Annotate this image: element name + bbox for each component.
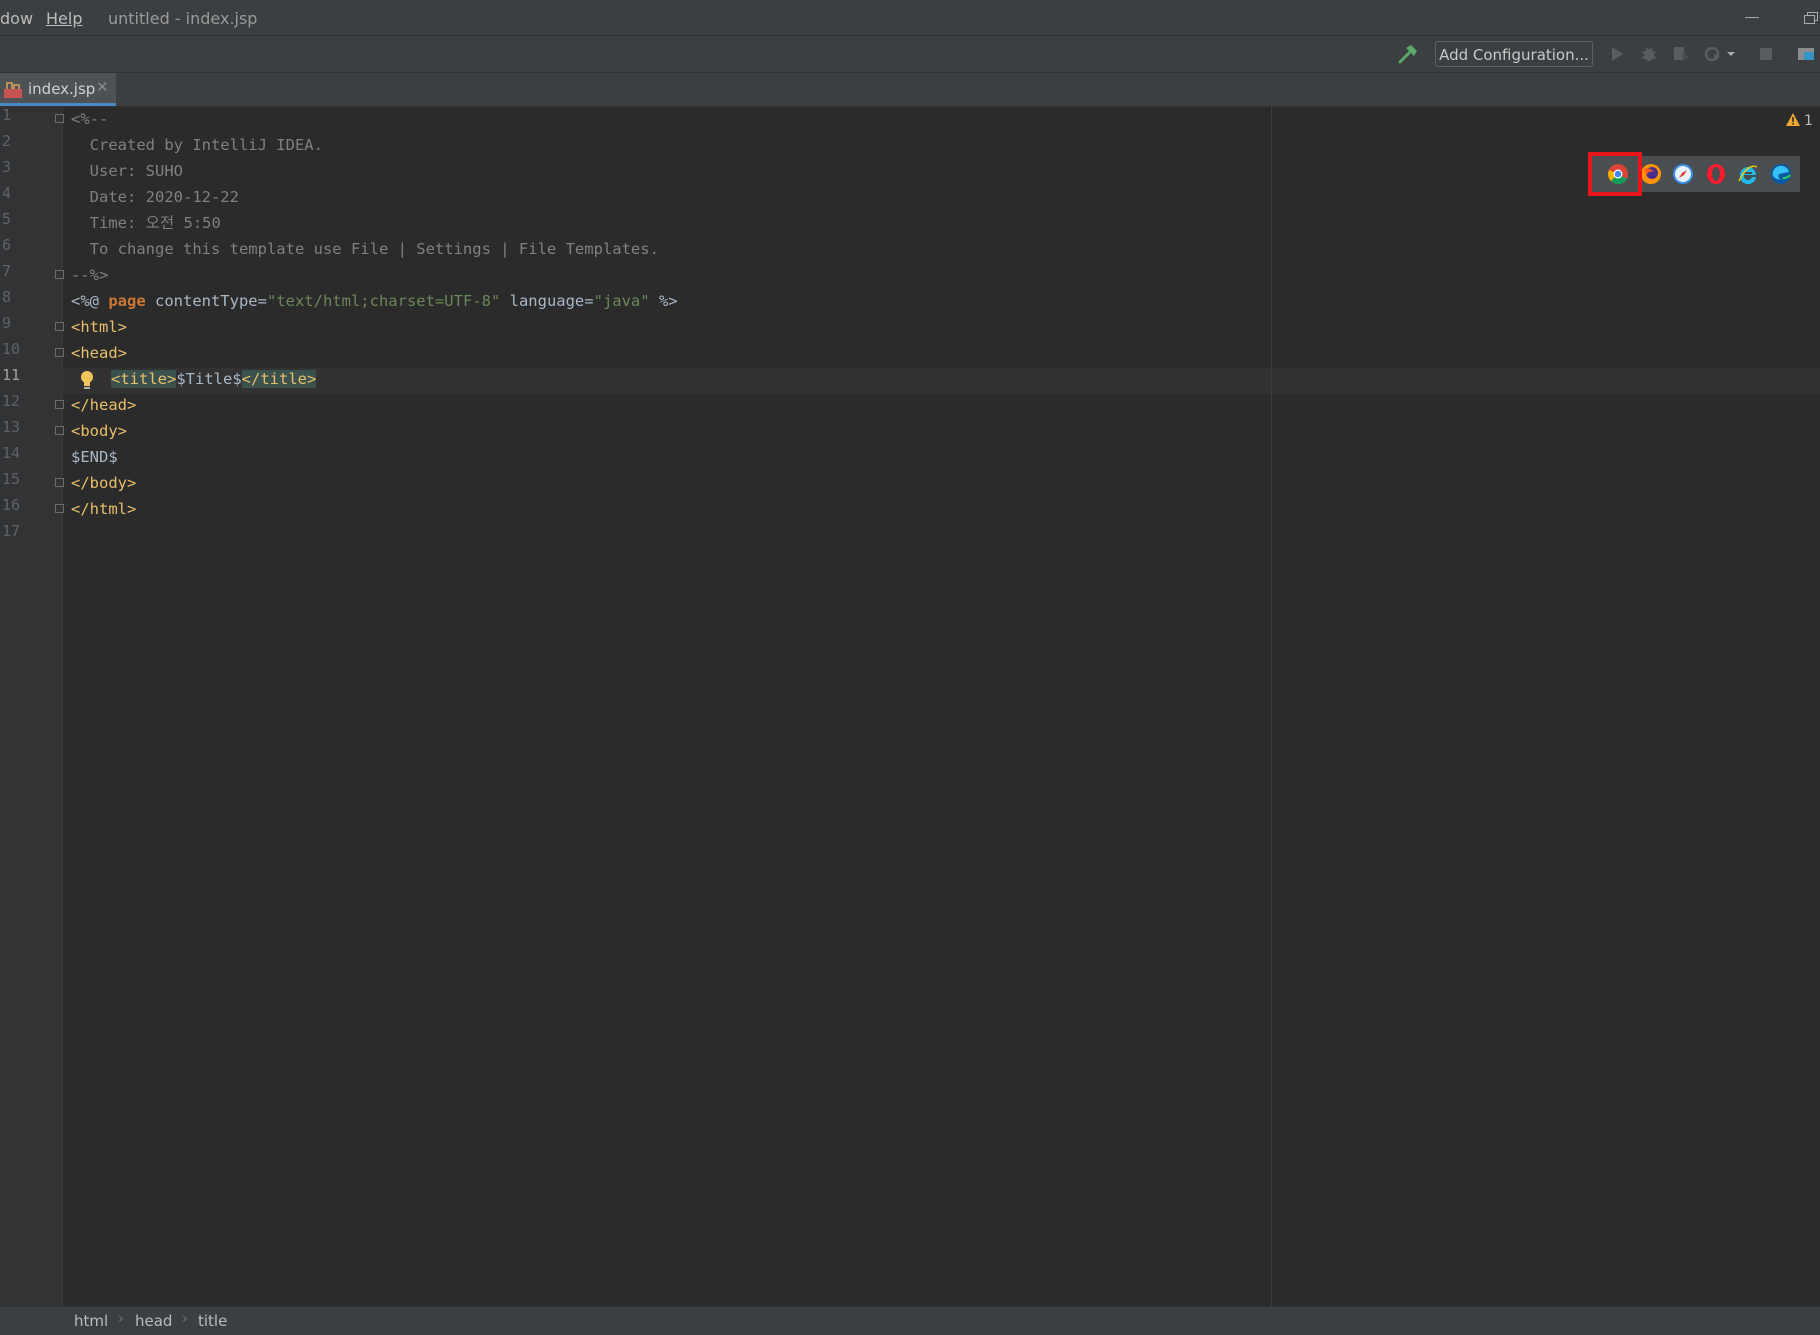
tab-index-jsp[interactable]: index.jsp ✕	[0, 73, 116, 106]
line-number: 8	[2, 288, 12, 306]
add-configuration-button[interactable]: Add Configuration...	[1435, 41, 1593, 67]
breadcrumb-item-html[interactable]: html	[74, 1312, 108, 1330]
line-number: 1	[2, 106, 12, 124]
breadcrumb: html › head › title	[0, 1306, 1820, 1335]
code-line: $END$	[71, 448, 118, 466]
chrome-highlight-box	[1588, 152, 1642, 196]
menu-help[interactable]: Help	[46, 9, 82, 28]
internet-explorer-icon[interactable]	[1737, 163, 1759, 185]
fold-marker[interactable]	[55, 270, 64, 279]
firefox-icon[interactable]	[1640, 163, 1662, 185]
coverage-icon[interactable]	[1671, 44, 1691, 64]
directive-value: "text/html;charset=UTF-8"	[266, 292, 501, 310]
line-number: 6	[2, 236, 12, 254]
opera-icon[interactable]	[1705, 163, 1727, 185]
current-line-highlight	[62, 368, 1820, 394]
close-icon[interactable]: ✕	[96, 78, 109, 96]
line-number: 12	[2, 392, 21, 410]
code-line: </html>	[71, 500, 137, 518]
title-close-tag: </title>	[241, 370, 317, 388]
chevron-right-icon: ›	[182, 1311, 188, 1327]
menu-help-label: Help	[46, 9, 83, 28]
title-text: $Title$	[176, 370, 242, 388]
directive-keyword: page	[108, 292, 146, 310]
warning-count[interactable]: 1	[1804, 113, 1813, 129]
code-line: Date: 2020-12-22	[71, 188, 239, 206]
directive-close: %>	[649, 292, 678, 310]
code-line: Created by IntelliJ IDEA.	[71, 136, 323, 154]
code-line: <html>	[71, 318, 127, 336]
code-line: <%--	[71, 110, 109, 128]
safari-icon[interactable]	[1672, 163, 1694, 185]
code-line: <body>	[71, 422, 127, 440]
right-margin-guide	[1271, 106, 1272, 1306]
code-line: Time: 오전 5:50	[71, 214, 221, 232]
debug-icon[interactable]	[1639, 44, 1659, 64]
breadcrumb-item-head[interactable]: head	[135, 1312, 172, 1330]
fold-marker[interactable]	[55, 400, 64, 409]
directive-attr: contentType=	[145, 292, 267, 310]
stop-icon[interactable]	[1756, 44, 1776, 64]
edge-icon[interactable]	[1770, 163, 1792, 185]
fold-marker[interactable]	[55, 114, 64, 123]
warning-icon[interactable]	[1786, 113, 1800, 126]
line-number: 13	[2, 418, 21, 436]
window-title: untitled - index.jsp	[108, 9, 258, 28]
fold-marker[interactable]	[55, 426, 64, 435]
line-number: 14	[2, 444, 21, 462]
line-number: 3	[2, 158, 12, 176]
restore-button[interactable]	[1804, 12, 1818, 24]
project-structure-icon[interactable]	[1796, 44, 1816, 64]
title-bar: dow Help untitled - index.jsp	[0, 0, 1820, 36]
editor-tab-bar: index.jsp ✕	[0, 73, 1820, 107]
title-open-tag: <title>	[111, 370, 177, 388]
profile-icon[interactable]	[1703, 44, 1723, 64]
directive-attr: language=	[500, 292, 594, 310]
line-number: 4	[2, 184, 12, 202]
code-line-page-directive: <%@ page contentType="text/html;charset=…	[71, 288, 678, 314]
line-number: 17	[2, 522, 21, 540]
run-icon[interactable]	[1607, 44, 1627, 64]
fold-marker[interactable]	[55, 478, 64, 487]
line-number: 15	[2, 470, 21, 488]
menu-window[interactable]: dow	[0, 9, 33, 28]
line-number: 16	[2, 496, 21, 514]
code-line: </body>	[71, 474, 137, 492]
line-number: 7	[2, 262, 12, 280]
directive-value: "java"	[593, 292, 650, 310]
chevron-down-icon[interactable]	[1725, 44, 1737, 64]
fold-marker[interactable]	[55, 348, 64, 357]
chevron-right-icon: ›	[118, 1311, 124, 1327]
lightbulb-icon[interactable]	[79, 370, 95, 390]
breadcrumb-item-title[interactable]: title	[198, 1312, 227, 1330]
fold-marker[interactable]	[55, 504, 64, 513]
line-number: 5	[2, 210, 12, 228]
code-line: --%>	[71, 266, 109, 284]
line-number-active: 11	[2, 366, 21, 384]
line-number: 9	[2, 314, 12, 332]
code-line: </head>	[71, 396, 137, 414]
code-line: To change this template use File | Setti…	[71, 240, 659, 258]
directive-open: <%@	[71, 292, 109, 310]
minimize-button[interactable]	[1745, 17, 1759, 18]
code-line: <head>	[71, 344, 127, 362]
line-number: 2	[2, 132, 12, 150]
fold-marker[interactable]	[55, 322, 64, 331]
code-line-title: <title>$Title$</title>	[111, 366, 317, 392]
tab-label: index.jsp	[28, 80, 96, 98]
hammer-icon[interactable]	[1396, 42, 1420, 66]
toolbar: Add Configuration...	[0, 36, 1820, 73]
code-line: User: SUHO	[71, 162, 183, 180]
editor-gutter	[0, 106, 63, 1306]
line-number: 10	[2, 340, 21, 358]
jsp-file-icon	[4, 82, 22, 98]
